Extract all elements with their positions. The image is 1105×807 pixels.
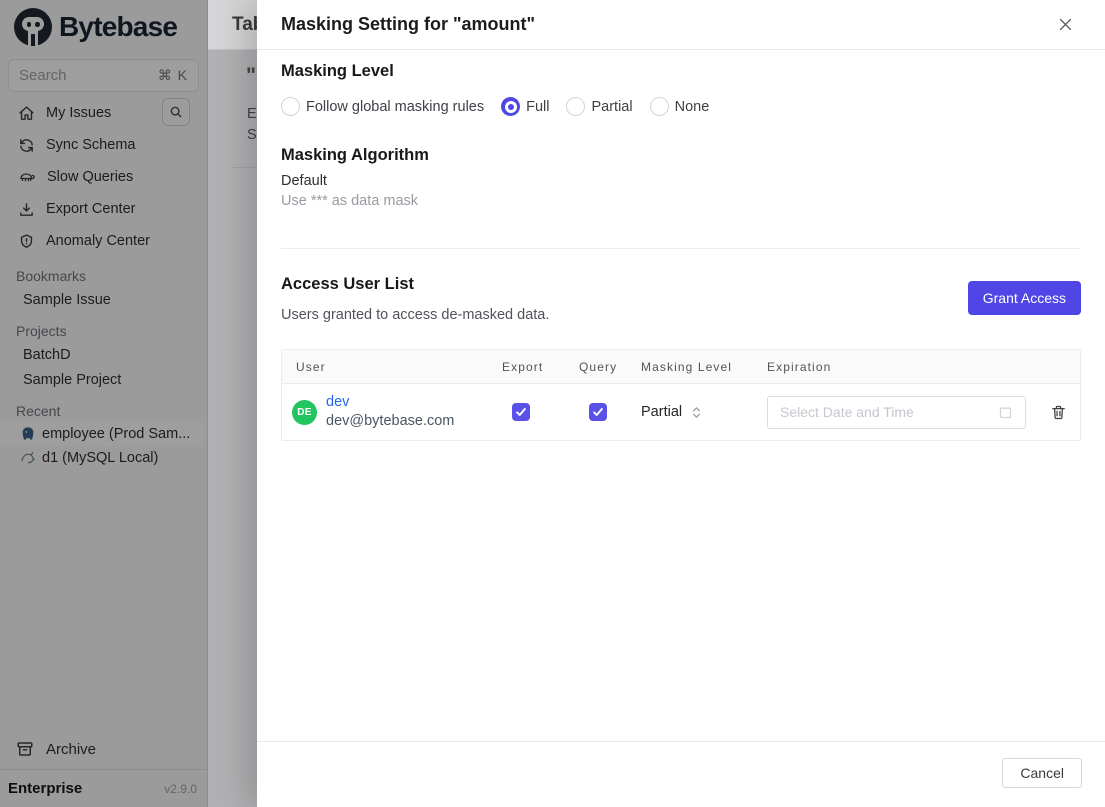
- underlying-text-fragment: S: [247, 127, 257, 143]
- underlying-text-fragment: E: [247, 106, 257, 122]
- close-icon: [1059, 18, 1071, 31]
- dialog-footer: Cancel: [257, 741, 1105, 807]
- dialog-header: Masking Setting for "amount": [257, 0, 1105, 50]
- access-user-list-heading: Access User List: [281, 275, 414, 293]
- radio-follow-global[interactable]: Follow global masking rules: [281, 97, 484, 116]
- export-checkbox[interactable]: [512, 403, 530, 421]
- algorithm-description: Use *** as data mask: [281, 193, 419, 209]
- algorithm-name: Default: [281, 173, 327, 189]
- cancel-button[interactable]: Cancel: [1002, 758, 1082, 788]
- user-name-link[interactable]: dev: [326, 393, 454, 412]
- modal-dim-overlay[interactable]: [0, 0, 208, 807]
- delete-row-button[interactable]: [1036, 400, 1080, 425]
- table-header-row: User Export Query Masking Level Expirati…: [282, 350, 1080, 384]
- radio-label: Partial: [591, 98, 633, 115]
- column-header-expiration: Expiration: [767, 359, 832, 374]
- column-header-masking-level: Masking Level: [641, 359, 733, 374]
- masking-setting-dialog: Masking Setting for "amount" Masking Lev…: [257, 0, 1105, 807]
- radio-icon-selected[interactable]: [501, 97, 521, 116]
- access-user-list-header: Access User List Users granted to access…: [281, 275, 1081, 323]
- access-user-table: User Export Query Masking Level Expirati…: [281, 349, 1081, 441]
- user-email: dev@bytebase.com: [326, 413, 455, 429]
- access-user-list-subtitle: Users granted to access de-masked data.: [281, 307, 550, 323]
- dialog-body: Masking Level Follow global masking rule…: [257, 50, 1105, 741]
- underlying-divider: [232, 167, 257, 168]
- expiration-date-input[interactable]: [780, 404, 970, 420]
- check-icon: [516, 408, 526, 416]
- column-header-query: Query: [579, 359, 618, 374]
- query-checkbox[interactable]: [589, 403, 607, 421]
- table-row: DE dev dev@bytebase.com Partial Select D…: [282, 384, 1080, 440]
- radio-icon[interactable]: [281, 97, 300, 116]
- radio-label: None: [674, 98, 710, 115]
- dialog-title: Masking Setting for "amount": [281, 14, 536, 34]
- grant-access-button[interactable]: Grant Access: [967, 281, 1081, 315]
- underlying-page-header: Tab: [208, 0, 257, 50]
- masking-level-radio-group: Follow global masking rules Full Partial…: [281, 97, 1081, 116]
- underlying-page-title-fragment: Tab: [232, 13, 257, 35]
- column-header-export: Export: [502, 359, 544, 374]
- masking-level-value: Partial: [641, 404, 683, 420]
- app-root: Bytebase ⌘ K My Issues Sync Schema Slow …: [0, 0, 1105, 807]
- radio-full[interactable]: Full: [501, 97, 549, 116]
- trash-icon: [1051, 405, 1065, 419]
- avatar: DE: [292, 399, 317, 425]
- underlying-page-strip: Tab " E S: [208, 0, 257, 807]
- section-divider: [281, 248, 1081, 249]
- radio-label: Full: [526, 98, 550, 115]
- radio-partial[interactable]: Partial: [566, 97, 633, 116]
- radio-icon[interactable]: [649, 97, 669, 116]
- close-button[interactable]: [1053, 13, 1077, 37]
- column-header-user: User: [296, 359, 326, 374]
- masking-algorithm-heading: Masking Algorithm: [281, 146, 429, 164]
- select-arrows-icon: [693, 406, 701, 418]
- expiration-date-input-wrap[interactable]: [767, 395, 1026, 429]
- radio-none[interactable]: None: [649, 97, 710, 116]
- underlying-text-fragment: ": [246, 64, 256, 87]
- radio-icon[interactable]: [566, 97, 586, 116]
- radio-label: Follow global masking rules: [306, 98, 485, 115]
- masking-level-select[interactable]: Partial: [641, 404, 767, 420]
- masking-level-heading: Masking Level: [281, 62, 394, 80]
- underlying-page-body: " E S: [208, 50, 257, 807]
- check-icon: [593, 408, 603, 416]
- user-cell: DE dev dev@bytebase.com: [292, 393, 502, 431]
- calendar-icon: [999, 407, 1012, 418]
